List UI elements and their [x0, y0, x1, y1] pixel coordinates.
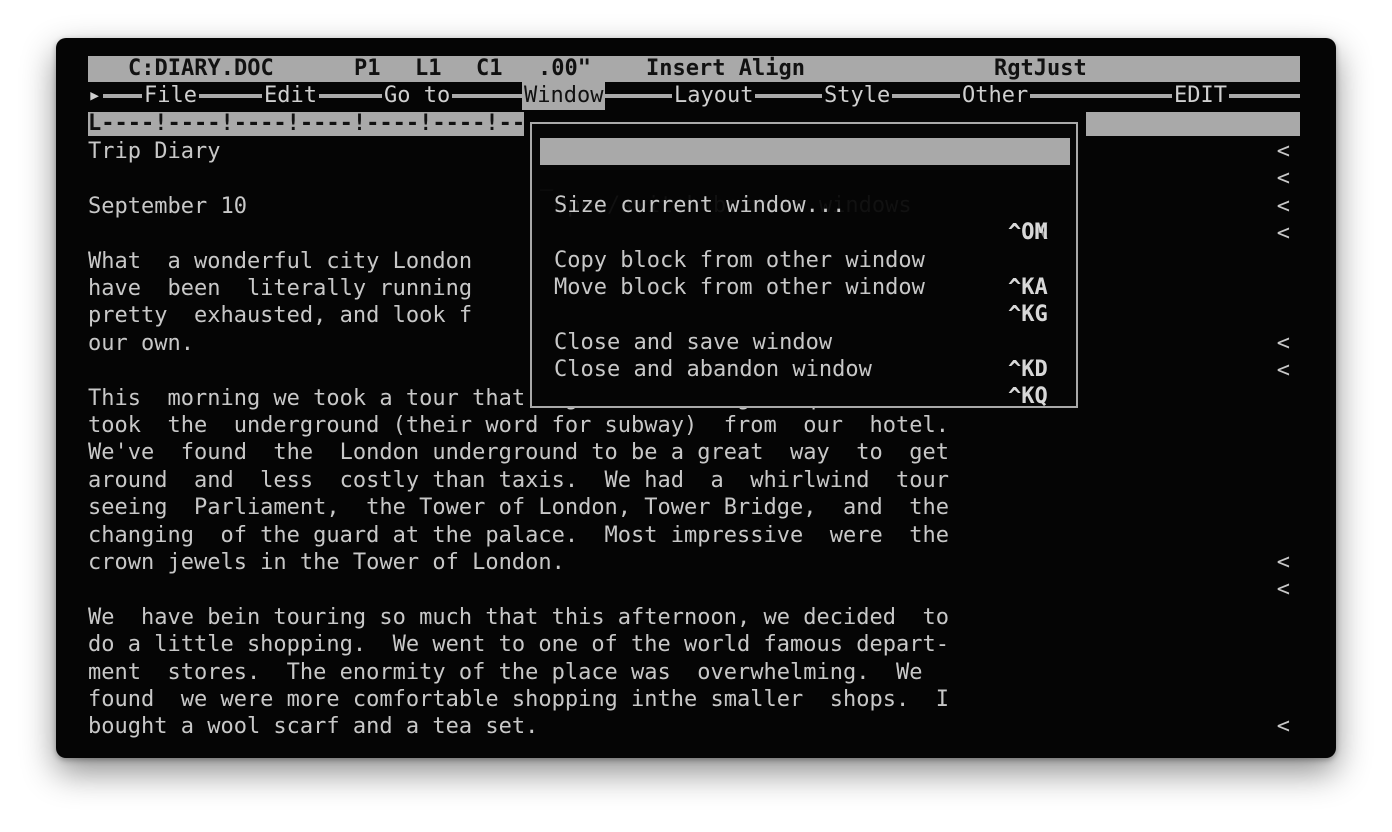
document-line-text: ment stores. The enormity of the place w…	[88, 659, 923, 685]
document-line: We have bein touring so much that this a…	[88, 604, 1300, 631]
document-line-text: We have bein touring so much that this a…	[88, 604, 949, 630]
menu-mode-label: EDIT	[1172, 82, 1229, 110]
status-filename: C:DIARY.DOC	[128, 56, 274, 81]
paragraph-end-flag: <	[1276, 193, 1290, 219]
terminal-window: C:DIARY.DOC P1 L1 C1 .00" Insert Align R…	[56, 38, 1336, 758]
menu-item-close-abandon[interactable]: Close and abandon window ^KQ	[540, 329, 1070, 409]
status-line-number: L1	[415, 56, 442, 81]
paragraph-end-flag: <	[1276, 330, 1290, 356]
document-line: We've found the London underground to be…	[88, 439, 1300, 466]
paragraph-end-flag: <	[1276, 221, 1290, 247]
menu-bar: ▸ File Edit Go to Window Layout Style Ot…	[88, 82, 1300, 110]
document-line-text: crown jewels in the Tower of London.	[88, 550, 565, 575]
menu-item-label: Size current window...	[554, 193, 846, 218]
document-line-text: do a little shopping. We went to one of …	[88, 632, 949, 658]
menu-file[interactable]: File	[142, 82, 199, 110]
document-line: seeing Parliament, the Tower of London, …	[88, 494, 1300, 521]
document-line-text: September 10	[88, 193, 247, 219]
document-line-text: our own.	[88, 330, 194, 356]
menu-go-to[interactable]: Go to	[382, 82, 453, 110]
document-line: around and less costly than taxis. We ha…	[88, 467, 1300, 494]
menu-item-move-block[interactable]: Move block from other window ^KG	[540, 247, 1070, 327]
document-line: found we were more comfortable shopping …	[88, 686, 1300, 713]
menu-item-close-save[interactable]: Close and save window ^KD	[540, 302, 1070, 382]
menu-item-size-window[interactable]: Size current window... ^OM	[540, 165, 1070, 245]
menu-item-label: Close and abandon window	[554, 357, 872, 382]
document-line: do a little shopping. We went to one of …	[88, 631, 1300, 658]
menu-item-shortcut: ^KD	[1008, 357, 1048, 382]
menu-window[interactable]: Window	[522, 82, 606, 110]
status-column: C1	[476, 56, 503, 81]
document-line-text: have been literally running	[88, 276, 473, 301]
document-line-text: around and less costly than taxis. We ha…	[88, 467, 949, 493]
document-line-text: bought a wool scarf and a tea set.	[88, 714, 539, 740]
document-line-text: found we were more comfortable shopping …	[88, 687, 949, 712]
menu-item-open-switch-windows[interactable]: _ Open/switch between windows ^OK	[540, 138, 1070, 245]
document-line: ment stores. The enormity of the place w…	[88, 659, 1300, 686]
status-line: C:DIARY.DOC P1 L1 C1 .00" Insert Align R…	[88, 56, 1300, 82]
paragraph-end-flag: <	[1276, 139, 1290, 164]
menu-layout[interactable]: Layout	[672, 82, 756, 110]
menu-lead-arrow: ▸	[88, 82, 104, 110]
ruler-line: L----!----!----!----!----!----!---	[88, 112, 524, 136]
window-menu: _ Open/switch between windows ^OK Size c…	[530, 122, 1078, 409]
status-position: .00"	[538, 56, 591, 81]
status-mode: Insert Align	[646, 56, 805, 81]
document-line: bought a wool scarf and a tea set. <	[88, 713, 1300, 740]
document-line-text: took the underground (their word for sub…	[88, 413, 949, 438]
status-justify: RgtJust	[994, 56, 1087, 81]
wordstar-screen: C:DIARY.DOC P1 L1 C1 .00" Insert Align R…	[88, 56, 1300, 746]
paragraph-end-flag: <	[1276, 577, 1290, 603]
status-page: P1	[354, 56, 381, 81]
document-line: crown jewels in the Tower of London. <	[88, 549, 1300, 576]
document-line: changing of the guard at the palace. Mos…	[88, 522, 1300, 549]
menu-item-shortcut: ^KQ	[1008, 384, 1048, 409]
paragraph-end-flag: <	[1276, 714, 1290, 740]
document-line: <	[88, 576, 1300, 603]
document-line-text: Trip Diary	[88, 139, 221, 164]
paragraph-end-flag: <	[1276, 358, 1290, 384]
document-line-text: pretty exhausted, and look f	[88, 303, 473, 329]
ruler-right-bar	[1086, 112, 1300, 136]
paragraph-end-flag: <	[1276, 166, 1290, 192]
menu-item-shortcut: ^KA	[1008, 275, 1048, 300]
menu-item-copy-block[interactable]: Copy block from other window ^KA	[540, 220, 1070, 300]
menu-item-label: Move block from other window	[554, 275, 925, 300]
document-line-text: seeing Parliament, the Tower of London, …	[88, 495, 949, 521]
document-line-text: We've found the London underground to be…	[88, 440, 949, 466]
document-line: took the underground (their word for sub…	[88, 412, 1300, 439]
menu-style[interactable]: Style	[822, 82, 893, 110]
menu-edit[interactable]: Edit	[262, 82, 319, 110]
paragraph-end-flag: <	[1276, 550, 1290, 575]
menu-other[interactable]: Other	[960, 82, 1031, 110]
document-line-text: What a wonderful city London	[88, 248, 473, 274]
document-line-text: changing of the guard at the palace. Mos…	[88, 522, 949, 548]
